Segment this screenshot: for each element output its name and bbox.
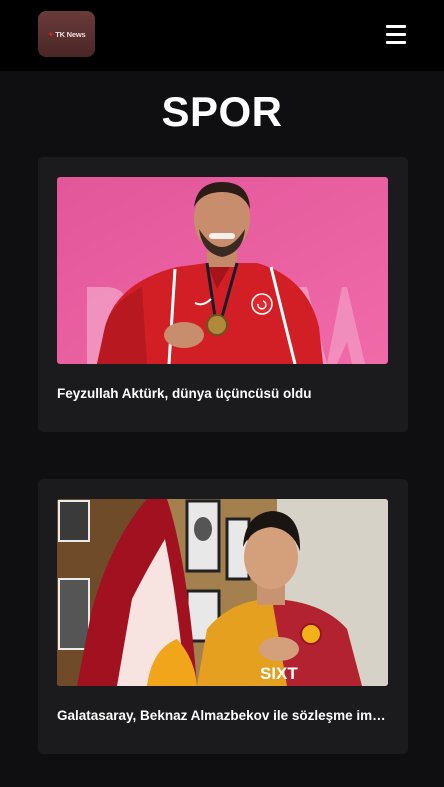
site-logo[interactable]: ✦ TK News xyxy=(38,11,95,57)
page-title: SPOR xyxy=(161,88,283,135)
article-image[interactable]: SIXT xyxy=(57,499,388,686)
top-navbar: ✦ TK News xyxy=(0,0,444,71)
logo-text: TK News xyxy=(55,29,86,39)
article-title[interactable]: Feyzullah Aktürk, dünya üçüncüsü oldu xyxy=(57,386,388,401)
news-card[interactable]: SIXT Galatasaray, Beknaz Almazbekov ile … xyxy=(38,479,408,754)
article-image[interactable] xyxy=(57,177,388,364)
news-card[interactable]: Feyzullah Aktürk, dünya üçüncüsü oldu xyxy=(38,157,408,432)
article-title[interactable]: Galatasaray, Beknaz Almazbekov ile sözle… xyxy=(57,708,388,723)
logo-star-icon: ✦ xyxy=(47,29,55,39)
svg-text:SIXT: SIXT xyxy=(260,664,298,683)
hamburger-menu-icon[interactable] xyxy=(386,25,408,45)
